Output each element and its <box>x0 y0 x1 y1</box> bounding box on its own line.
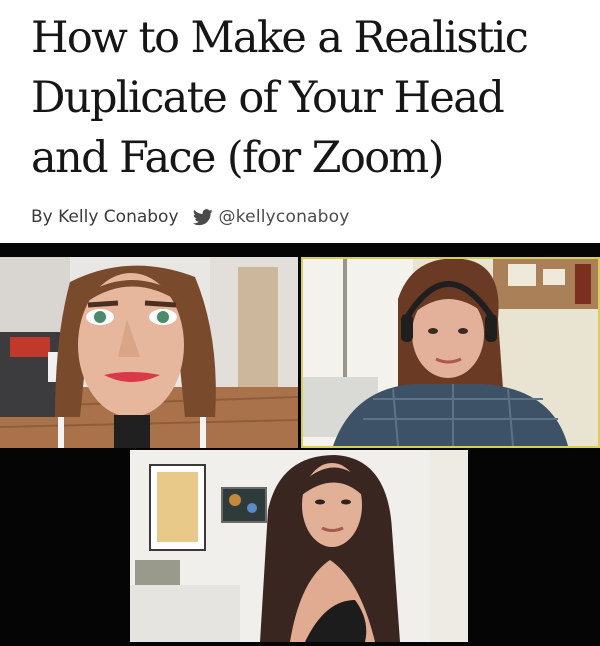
byline: By Kelly Conaboy @kellyconaboy <box>31 205 350 229</box>
title-line-1: How to Make a Realistic <box>31 13 529 63</box>
author-link[interactable]: By Kelly Conaboy <box>31 207 179 227</box>
title-line-3: and Face (for Zoom) <box>31 133 444 183</box>
twitter-bird-icon <box>192 208 213 225</box>
video-tile-participant <box>130 450 468 642</box>
twitter-handle-link[interactable]: @kellyconaboy <box>219 207 350 227</box>
woman-with-headphones-image <box>303 259 598 446</box>
title-line-2: Duplicate of Your Head <box>31 73 505 123</box>
article-header: How to Make a Realistic Duplicate of You… <box>0 0 600 243</box>
video-tile-paper-mache-head <box>0 257 298 448</box>
zoom-call-screenshot <box>0 243 600 646</box>
paper-mache-head-image <box>0 257 298 448</box>
article-title: How to Make a Realistic Duplicate of You… <box>31 8 591 188</box>
video-tile-active-speaker <box>301 257 600 448</box>
woman-dark-hair-image <box>130 450 468 642</box>
